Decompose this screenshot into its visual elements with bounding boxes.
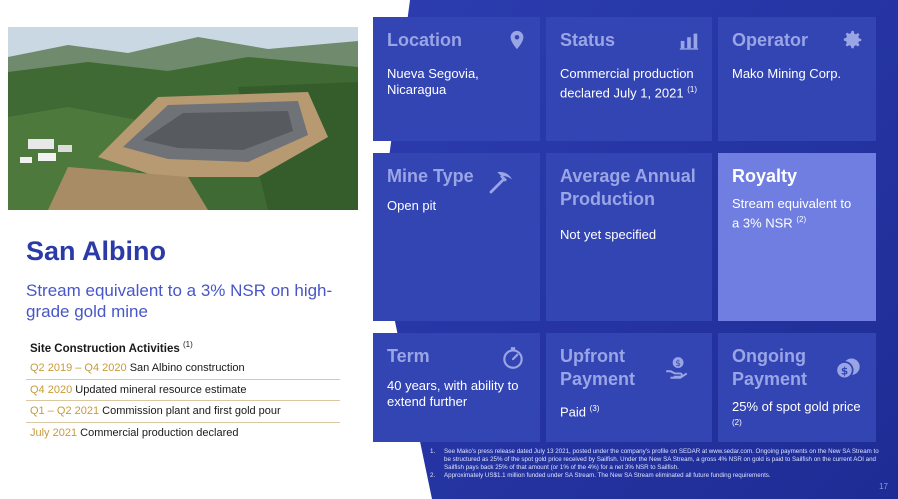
activity-item: Q2 2019 – Q4 2020 San Albino constructio… (26, 358, 340, 380)
tile-term-value: 40 years, with ability to extend further (387, 378, 519, 409)
tile-term: Term 40 years, with ability to extend fu… (373, 333, 540, 442)
tile-status-value: Commercial production declared July 1, 2… (560, 66, 694, 101)
activity-text: Commercial production declared (80, 426, 239, 439)
footnotes: 1. See Mako's press release dated July 13… (430, 448, 882, 480)
pickaxe-icon (489, 171, 513, 194)
tile-status-note: (1) (687, 85, 697, 94)
tile-production: Average Annual Production Not yet specif… (546, 153, 712, 321)
activities-list: Q2 2019 – Q4 2020 San Albino constructio… (26, 358, 340, 443)
bar-chart-icon (679, 33, 699, 50)
activities-heading-text: Site Construction Activities (30, 342, 180, 355)
footnote: 2. Approximately US$1.1 million funded un… (430, 472, 882, 480)
activities-heading: Site Construction Activities (1) (30, 340, 193, 355)
stopwatch-icon (503, 347, 523, 369)
activity-text: San Albino construction (129, 362, 245, 374)
tile-operator-value: Mako Mining Corp. (732, 66, 842, 81)
tile-location-value: Nueva Segovia, Nicaragua (387, 66, 479, 97)
tile-status: Status Commercial production declared Ju… (546, 17, 712, 141)
tile-ongoing: Ongoing Payment 25% of spot gold price (… (718, 333, 876, 442)
tile-location: Location Nueva Segovia, Nicaragua (373, 17, 540, 141)
coins-icon: $ (835, 358, 860, 380)
footnote-number: 1. (430, 448, 436, 455)
page-number: 17 (879, 482, 888, 491)
tile-royalty-value: Stream equivalent to a 3% NSR (732, 196, 852, 231)
mine-site-photo (8, 27, 358, 210)
tile-upfront: Upfront Payment Paid (3) $ (546, 333, 712, 442)
tile-production-title: Average Annual Production (560, 166, 696, 209)
footnote-text: Approximately US$1.1 million funded unde… (444, 472, 771, 479)
tile-royalty-note: (2) (796, 215, 807, 224)
activity-text: Updated mineral resource estimate (75, 383, 247, 396)
tile-production-value: Not yet specified (560, 227, 657, 242)
activity-item: Q4 2020 Updated mineral resource estimat… (26, 380, 340, 401)
gear-icon (843, 30, 862, 49)
footnote-number: 2. (430, 472, 436, 479)
tile-upfront-value: Paid (560, 404, 587, 420)
tile-upfront-note: (3) (589, 404, 600, 413)
page-subtitle: Stream equivalent to a 3% NSR on high-gr… (26, 281, 333, 321)
page-title: San Albino (26, 236, 166, 266)
tile-mine-type-title: Mine Type (387, 166, 474, 186)
tile-ongoing-value: 25% of spot gold price (732, 399, 861, 414)
footnote-text: See Mako's press release dated July 13 2… (444, 448, 879, 471)
activity-text: Commission plant and first gold pour (102, 405, 281, 417)
tile-mine-type: Mine Type Open pit (373, 153, 540, 321)
tile-royalty: Royalty Stream equivalent to a 3% NSR (2… (718, 153, 876, 321)
location-pin-icon (510, 30, 524, 50)
activity-item: July 2021 Commercial production declared (26, 423, 340, 444)
svg-text:$: $ (675, 359, 681, 369)
activity-date: July 2021 (30, 426, 78, 439)
activities-heading-note: (1) (182, 340, 193, 349)
hand-dollar-icon: $ (666, 357, 688, 379)
footnote: 1. See Mako's press release dated July 13… (430, 448, 882, 472)
svg-text:$: $ (841, 365, 848, 377)
tile-ongoing-note: (2) (732, 418, 742, 427)
activity-item: Q1 – Q2 2021 Commission plant and first … (26, 401, 340, 423)
tile-royalty-title: Royalty (732, 166, 798, 186)
activity-date: Q2 2019 – Q4 2020 (30, 362, 127, 374)
tile-mine-type-value: Open pit (387, 198, 437, 213)
tile-operator: Operator Mako Mining Corp. (718, 17, 876, 141)
activity-date: Q1 – Q2 2021 (30, 405, 100, 417)
activity-date: Q4 2020 (30, 383, 73, 396)
